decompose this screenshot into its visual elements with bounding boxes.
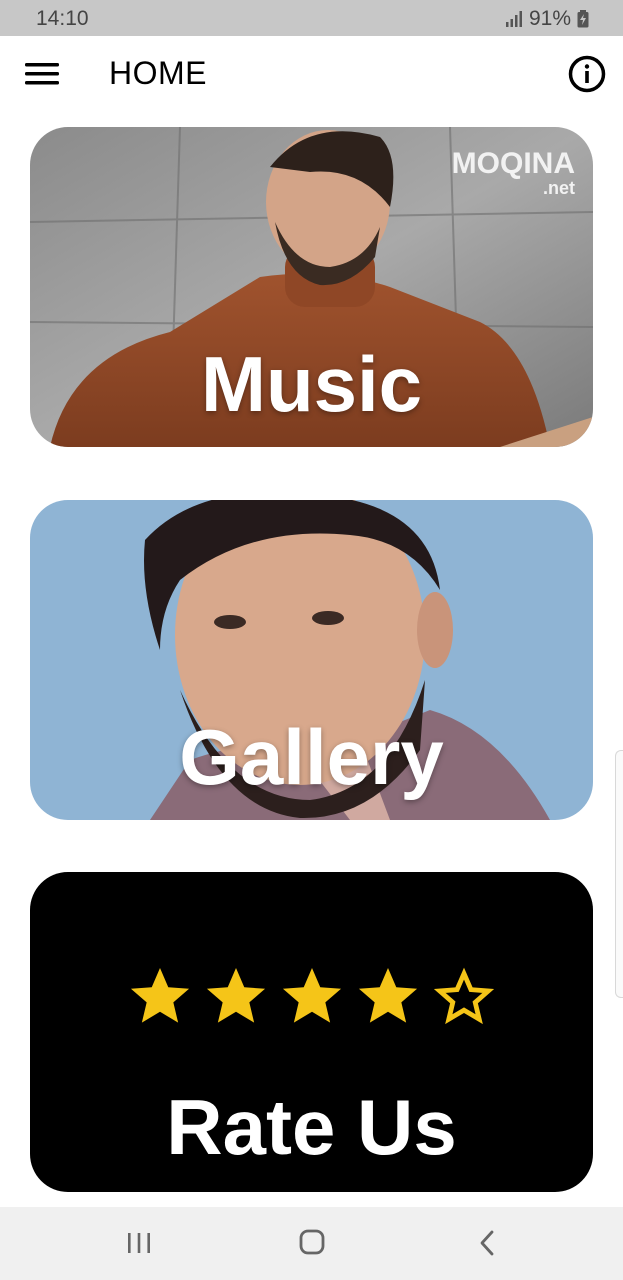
status-right: 91% <box>505 7 589 31</box>
recents-icon[interactable] <box>119 1225 159 1261</box>
rating-stars <box>30 964 593 1028</box>
star-filled-icon <box>358 968 417 1023</box>
gallery-card[interactable]: Gallery <box>30 500 593 820</box>
signal-icon <box>505 11 522 27</box>
watermark-text: MOQINA <box>451 147 575 180</box>
star-filled-icon <box>282 968 341 1023</box>
menu-icon[interactable] <box>20 55 64 93</box>
home-icon[interactable] <box>292 1225 332 1261</box>
app-bar: HOME <box>0 36 623 112</box>
music-watermark: MOQINA .net <box>451 147 575 198</box>
info-icon[interactable] <box>567 54 607 94</box>
rate-us-card[interactable]: Rate Us <box>30 872 593 1192</box>
music-label: Music <box>200 340 423 428</box>
back-icon[interactable] <box>468 1225 508 1261</box>
edge-panel-handle[interactable] <box>615 750 623 998</box>
gallery-label: Gallery <box>179 713 444 801</box>
star-filled-icon <box>130 968 189 1023</box>
navigation-bar <box>0 1207 623 1280</box>
watermark-subtext: .net <box>542 178 575 198</box>
battery-percent: 91% <box>528 7 571 30</box>
battery-charging-icon <box>577 10 589 28</box>
star-filled-icon <box>206 968 265 1023</box>
status-bar: 14:10 91% <box>0 0 623 36</box>
music-card[interactable]: MOQINA .net Music <box>30 127 593 447</box>
page-title: HOME <box>109 55 207 91</box>
rate-us-label: Rate Us <box>166 1083 457 1171</box>
status-time: 14:10 <box>36 7 89 30</box>
star-outline-icon <box>433 967 494 1025</box>
